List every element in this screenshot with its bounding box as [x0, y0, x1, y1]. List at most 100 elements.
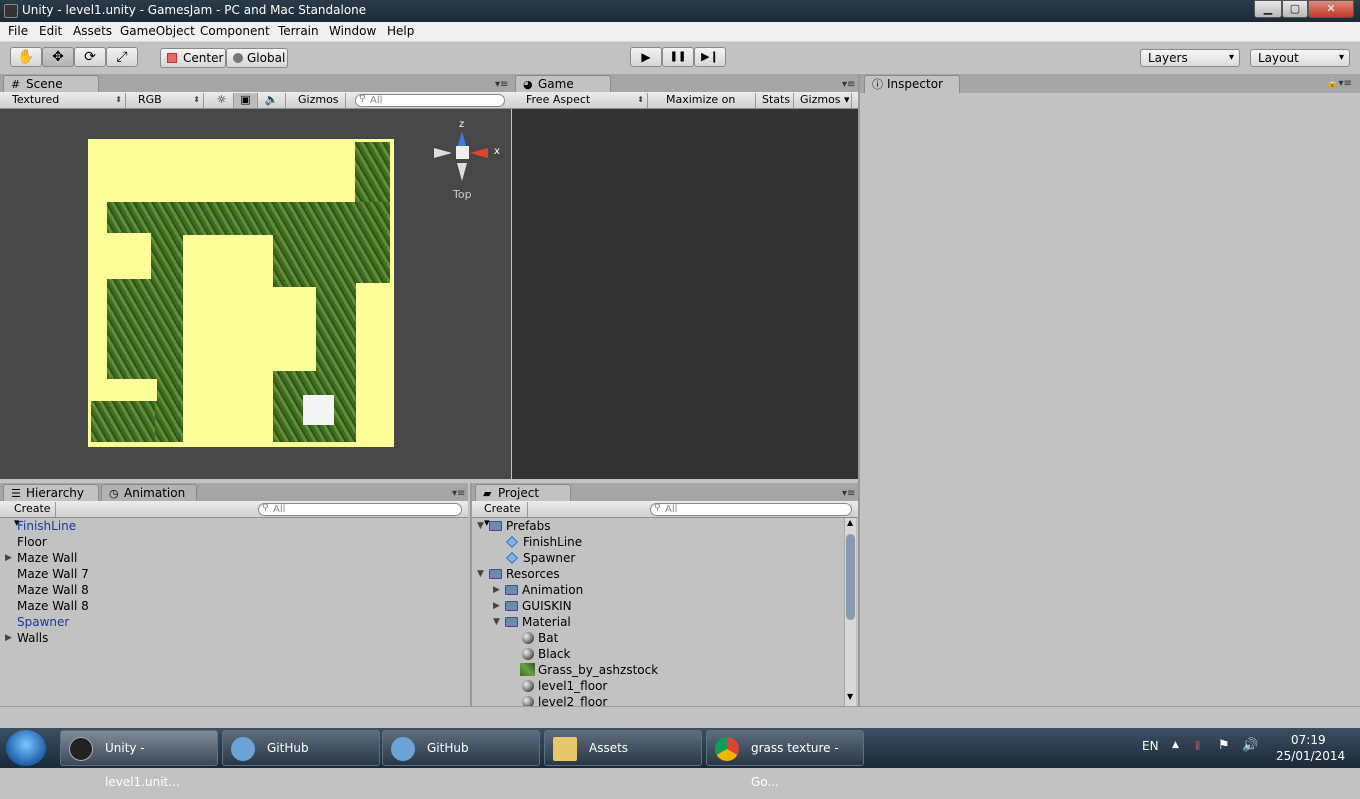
show-hidden-icons-icon[interactable]: ▲ — [1172, 740, 1179, 750]
menu-edit[interactable]: Edit — [39, 24, 62, 38]
collapse-arrow-icon[interactable]: ▼ — [477, 566, 484, 582]
hierarchy-create-dropdown[interactable]: Create ▾ — [8, 502, 56, 529]
neg-z-axis-cone[interactable] — [457, 163, 467, 181]
volume-icon[interactable]: 🔊 — [1242, 738, 1258, 753]
expand-arrow-icon[interactable]: ▶ — [493, 582, 500, 598]
scene-gizmos-dropdown[interactable]: Gizmos ▾ — [292, 93, 346, 120]
step-button[interactable]: ▶❙ — [694, 47, 726, 67]
taskbar-github-1[interactable]: GitHub — [222, 730, 380, 766]
pivot-global-button[interactable]: Global — [226, 48, 288, 68]
list-item[interactable]: Bat — [522, 630, 558, 646]
tab-inspector[interactable]: ⓘ Inspector — [864, 75, 960, 93]
game-panel-menu-icon[interactable]: ▾≡ — [842, 79, 855, 90]
menu-gameobject[interactable]: GameObject — [120, 24, 195, 38]
taskbar-unity[interactable]: Unity - level1.unit... — [60, 730, 218, 789]
list-item[interactable]: Walls — [17, 630, 48, 646]
move-tool-button[interactable]: ✥ — [42, 47, 74, 67]
tab-hierarchy[interactable]: ☰ Hierarchy — [3, 484, 99, 502]
game-viewport[interactable] — [512, 109, 858, 479]
list-item[interactable]: Maze Wall 7 — [17, 566, 89, 582]
taskbar-assets-folder[interactable]: Assets — [544, 730, 702, 766]
x-axis-cone[interactable] — [470, 148, 488, 158]
list-item[interactable]: GUISKIN — [505, 598, 572, 614]
rotate-tool-button[interactable]: ⟳ — [74, 47, 106, 67]
clock-date[interactable]: 25/01/2014 — [1276, 749, 1345, 763]
list-item[interactable]: FinishLine — [17, 518, 76, 534]
collapse-arrow-icon[interactable]: ▼ — [477, 518, 484, 534]
layout-dropdown[interactable]: Layout — [1250, 49, 1350, 67]
list-item[interactable]: Floor — [17, 534, 47, 550]
maze-wall-top[interactable] — [88, 139, 355, 202]
expand-arrow-icon[interactable]: ▶ — [5, 630, 12, 646]
scroll-up-icon[interactable]: ▲ — [847, 518, 853, 527]
image-effects-toggle[interactable]: ▣ — [234, 93, 258, 108]
maze-wall-bottom-left[interactable] — [91, 379, 157, 401]
menu-file[interactable]: File — [8, 24, 28, 38]
list-item[interactable]: Maze Wall 8 — [17, 598, 89, 614]
windows-start-icon[interactable] — [6, 730, 46, 766]
maze-wall-7[interactable] — [91, 233, 151, 279]
list-item[interactable]: Spawner — [17, 614, 69, 630]
tab-game[interactable]: ◕ Game — [515, 75, 611, 93]
play-button[interactable]: ▶ — [630, 47, 662, 67]
network-icon[interactable]: ⦀ — [1195, 739, 1200, 754]
channel-dropdown[interactable]: RGB — [132, 93, 204, 108]
list-item[interactable]: Spawner — [505, 550, 575, 566]
hierarchy-search-input[interactable]: ⚲ All — [258, 503, 462, 516]
collapse-arrow-icon[interactable]: ▼ — [493, 614, 500, 630]
maximize-on-play-toggle[interactable]: Maximize on Play — [660, 93, 756, 120]
list-item[interactable]: FinishLine — [505, 534, 582, 550]
taskbar-chrome[interactable]: grass texture - Go... — [706, 730, 864, 789]
minimize-button[interactable]: ▁ — [1254, 0, 1282, 18]
list-item[interactable]: Animation — [505, 582, 583, 598]
project-panel-menu-icon[interactable]: ▾≡ — [842, 488, 855, 499]
tab-animation[interactable]: ◷ Animation — [101, 484, 197, 502]
project-search-input[interactable]: ⚲ All — [650, 503, 852, 516]
expand-arrow-icon[interactable]: ▶ — [493, 598, 500, 614]
menu-help[interactable]: Help — [387, 24, 414, 38]
orientation-gizmo[interactable]: z x Top — [430, 119, 505, 209]
project-scrollbar[interactable]: ▲ ▼ — [844, 518, 856, 706]
layers-dropdown[interactable]: Layers — [1140, 49, 1240, 67]
list-item[interactable]: Material — [505, 614, 571, 630]
lighting-toggle[interactable]: ☼ — [210, 93, 234, 108]
expand-arrow-icon[interactable]: ▶ — [5, 550, 12, 566]
list-item[interactable]: level1_floor — [522, 678, 607, 694]
scene-search-input[interactable]: ⚲ All — [355, 94, 505, 107]
gizmo-center-cube[interactable] — [456, 146, 469, 159]
pause-button[interactable]: ❚❚ — [662, 47, 694, 67]
finish-line-object[interactable] — [303, 395, 334, 425]
hierarchy-panel-menu-icon[interactable]: ▾≡ — [452, 488, 465, 499]
menu-terrain[interactable]: Terrain — [278, 24, 319, 38]
language-indicator[interactable]: EN — [1142, 739, 1159, 753]
aspect-dropdown[interactable]: Free Aspect — [520, 93, 648, 108]
pivot-center-button[interactable]: Center — [160, 48, 226, 68]
menu-component[interactable]: Component — [200, 24, 270, 38]
list-item[interactable]: level2_floor — [522, 694, 607, 706]
stats-toggle[interactable]: Stats — [756, 93, 794, 108]
scene-viewport[interactable]: z x Top — [0, 109, 511, 479]
scroll-thumb[interactable] — [846, 534, 855, 620]
project-create-dropdown[interactable]: Create ▾ — [478, 502, 528, 529]
list-item[interactable]: Grass_by_ashzstock — [520, 662, 658, 678]
panel-menu-icon[interactable]: ▾≡ — [495, 79, 508, 90]
tab-project[interactable]: ▰ Project — [475, 484, 571, 502]
maximize-button[interactable]: ▢ — [1282, 0, 1308, 18]
maze-floor[interactable] — [88, 139, 394, 447]
action-center-icon[interactable]: ⚑ — [1218, 738, 1230, 753]
game-gizmos-dropdown[interactable]: Gizmos ▾ — [794, 93, 852, 108]
maze-wall-8[interactable] — [183, 235, 273, 443]
menu-window[interactable]: Window — [329, 24, 376, 38]
list-item[interactable]: Prefabs — [489, 518, 551, 534]
render-mode-dropdown[interactable]: Textured — [6, 93, 126, 108]
neg-x-axis-cone[interactable] — [434, 148, 452, 158]
tab-scene[interactable]: # Scene — [3, 75, 99, 93]
lock-icon[interactable]: 🔒▾≡ — [1326, 78, 1352, 89]
list-item[interactable]: Black — [522, 646, 570, 662]
list-item[interactable]: Resorces — [489, 566, 560, 582]
taskbar-github-2[interactable]: GitHub — [382, 730, 540, 766]
list-item[interactable]: Maze Wall 8 — [17, 582, 89, 598]
list-item[interactable]: Maze Wall — [17, 550, 77, 566]
clock-time[interactable]: 07:19 — [1291, 733, 1326, 747]
hand-tool-button[interactable]: ✋ — [10, 47, 42, 67]
